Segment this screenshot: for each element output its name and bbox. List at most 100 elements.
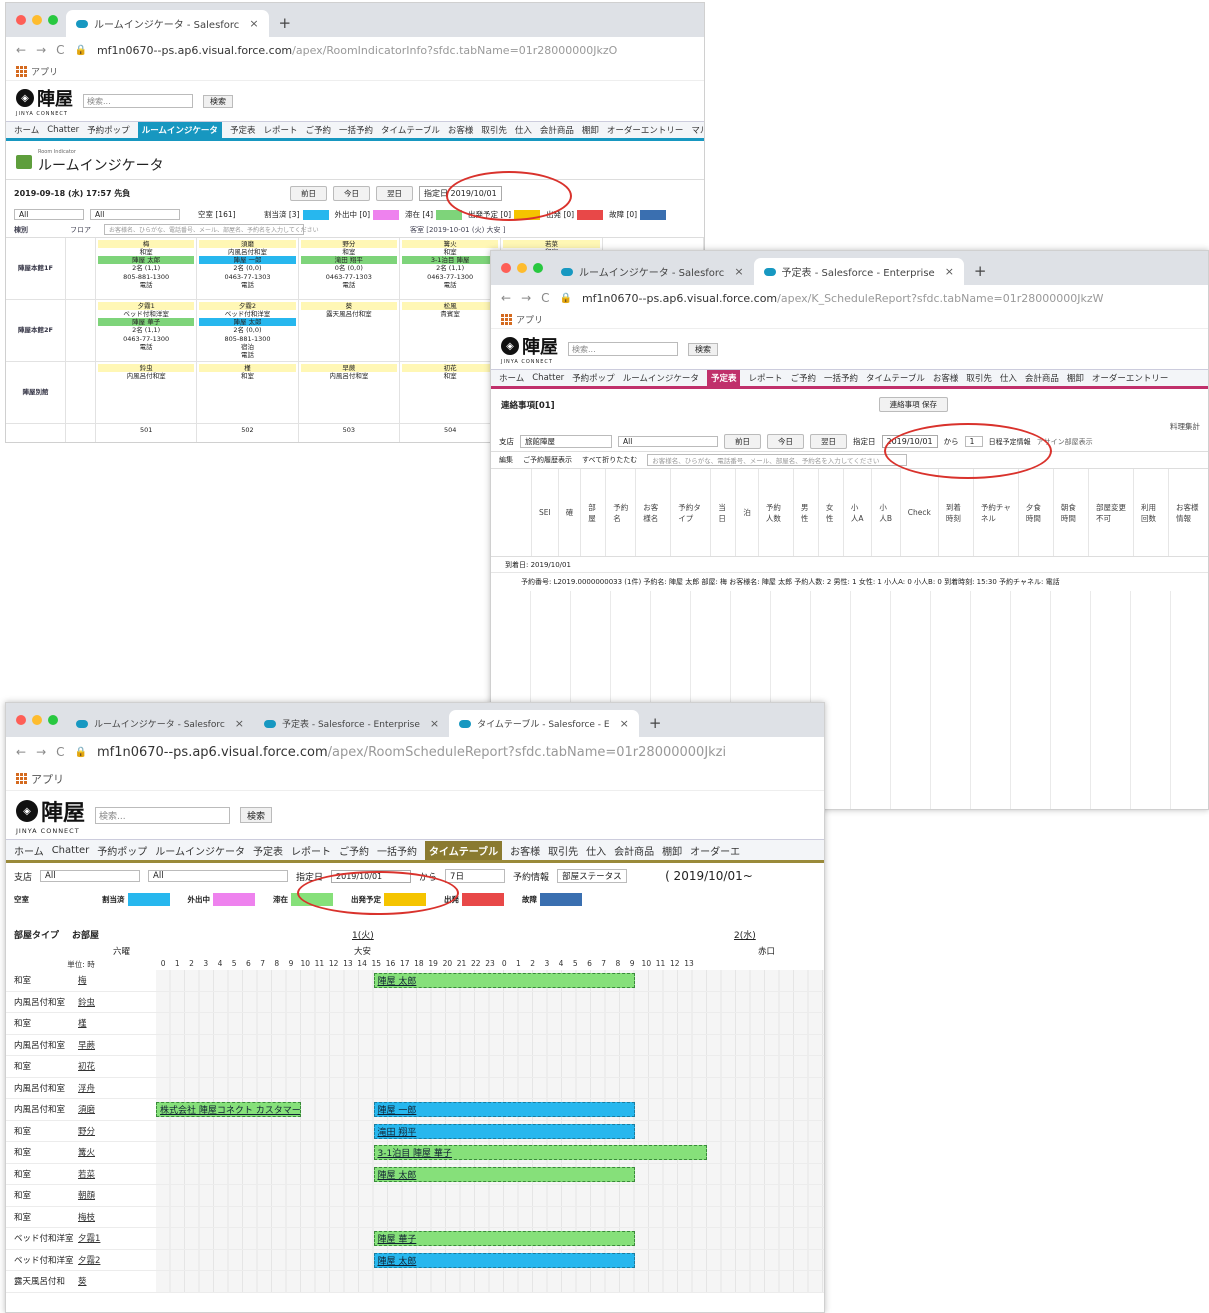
reload-icon[interactable]: C [56,43,64,57]
type-select[interactable]: All [618,436,718,447]
edit-button[interactable]: 編集 [499,455,513,465]
room-link[interactable]: 朝顔 [78,1189,95,1201]
browser-tab-schedule[interactable]: 予定表 - Salesforce - Enterprise × [753,258,964,285]
nav-tab[interactable]: お客様 [510,843,540,858]
nav-tab[interactable]: 予約ポップ [87,124,130,136]
nav-tab[interactable]: 取引先 [966,372,992,384]
nav-tab[interactable]: ルームインジケータ [137,122,222,138]
room-track[interactable] [156,1077,824,1098]
nav-tab[interactable]: 会計商品 [1025,372,1059,384]
branch-select[interactable]: All [14,209,84,220]
nav-tab[interactable]: Chatter [47,125,79,135]
room-link[interactable]: 夕霧2 [78,1254,100,1266]
maximize-window-button[interactable] [48,715,58,725]
reservation-bar[interactable]: 陣屋 一郎 [373,1102,635,1117]
nav-tab[interactable]: レポート [263,124,297,136]
url-field[interactable]: mf1n0670--ps.ap6.visual.force.com/apex/K… [582,292,1104,305]
reservation-bar[interactable]: 3-1泊目 陣屋 華子 [373,1145,707,1160]
room-cell[interactable]: 夕霧1 ベッド付和洋室 陣屋 華子 2名 (1,1) 0463-77-1300 電話 [96,300,198,362]
global-search-input[interactable]: 検索... [568,342,678,356]
room-track[interactable] [156,1271,824,1292]
nav-tab[interactable]: ルームインジケータ [623,372,699,384]
room-track[interactable] [156,1013,824,1034]
search-button[interactable]: 検索 [688,342,718,356]
room-link[interactable]: 早蕨 [78,1039,95,1051]
nav-tab[interactable]: お客様 [933,372,959,384]
nav-tab[interactable]: お客様 [448,124,474,136]
reservation-bar[interactable]: 株式会社 陣屋コネクト カスタマーサポ [156,1102,301,1117]
history-toggle[interactable]: ご予約履歴表示 [523,455,572,465]
room-cell[interactable]: 篝火 和室 3-1泊目 陣屋 2名 (1,1) 0463-77-1300 電話 [400,238,502,300]
room-cell[interactable]: 504 [400,424,502,442]
table-column-header[interactable]: 部屋 [580,469,605,556]
room-cell[interactable]: 鈴虫 内風呂付和室 [96,362,198,424]
jinya-logo[interactable]: ◈ 陣屋 JINYA CONNECT [501,333,558,365]
maximize-window-button[interactable] [533,263,543,273]
nav-tab[interactable]: レポート [291,843,331,858]
nav-tab[interactable]: 会計商品 [540,124,574,136]
nav-tab[interactable]: ご予約 [790,372,816,384]
nav-tab[interactable]: ホーム [499,372,524,384]
detail-row[interactable]: 予約番号: L2019.0000000033 (1件) 予約名: 陣屋 太郎 部… [491,573,1208,591]
nav-tab[interactable]: 仕入 [586,843,606,858]
room-track[interactable]: 陣屋 太郎 [156,1163,824,1184]
nav-tab[interactable]: 一括予約 [377,843,417,858]
table-column-header[interactable]: お客様情報 [1168,469,1208,556]
room-cell[interactable]: 夕霧2 ベッド付和洋室 陣屋 太郎 2名 (0,0) 805-881-1300 宿泊 電話 [197,300,299,362]
minimize-window-button[interactable] [32,715,42,725]
maximize-window-button[interactable] [48,15,58,25]
room-link[interactable]: 葵 [78,1275,87,1287]
nav-tab[interactable]: オーダーエントリー [1092,372,1169,384]
room-cell[interactable]: 葵露天風呂付和室 [298,300,400,362]
apps-label[interactable]: アプリ [31,65,58,78]
reservation-bar[interactable]: 陣屋 華子 [373,1231,635,1246]
room-link[interactable]: 浮舟 [78,1082,95,1094]
nav-tab[interactable]: マル [691,124,704,136]
reservation-bar[interactable]: 陣屋 太郎 [373,1166,635,1182]
minimize-window-button[interactable] [517,263,527,273]
room-link[interactable]: 鈴虫 [78,996,95,1008]
branch-select[interactable]: All [40,870,141,882]
nav-tab[interactable]: 取引先 [548,843,578,858]
apps-grid-icon[interactable] [501,314,512,325]
schedule-search-input[interactable]: お客様名、ひらがな、電話番号、メール、部屋名、予約名を入力してください [647,454,908,466]
room-track[interactable] [156,991,824,1012]
room-track[interactable]: 陣屋 太郎 [156,1249,824,1270]
table-column-header[interactable]: 夕食時間 [1017,469,1053,556]
room-track[interactable]: 3-1泊目 陣屋 華子 [156,1142,824,1163]
room-cell[interactable]: 須磨 内風呂付和室 陣屋 一郎 2名 (0,0) 0463-77-1303 電話 [197,238,299,300]
next-day-button[interactable]: 翌日 [376,186,413,201]
nav-tab[interactable]: 会計商品 [614,843,654,858]
days-select[interactable]: 7日 [445,869,506,883]
url-field[interactable]: mf1n0670--ps.ap6.visual.force.com/apex/R… [97,745,726,760]
date-field[interactable]: 2019/10/01 [331,869,412,883]
close-window-button[interactable] [16,15,26,25]
room-track[interactable] [156,1034,824,1055]
room-cell[interactable]: 早蕨 内風呂付和室 [298,362,400,424]
room-link[interactable]: 須磨 [78,1103,95,1115]
reservation-bar[interactable]: 陣屋 太郎 [373,973,635,988]
reservation-bar[interactable]: 滝田 翔平 [373,1123,635,1139]
reservation-bar[interactable]: 陣屋 太郎 [373,1252,635,1268]
nav-tab[interactable]: 棚卸 [662,843,682,858]
nav-tab[interactable]: 一括予約 [824,372,858,384]
close-tab-icon[interactable]: × [945,265,954,278]
room-cell[interactable]: 野分 和室 滝田 翔平 0名 (0,0) 0463-77-1303 電話 [298,238,400,300]
date-field[interactable]: 2019/10/01 [881,435,938,448]
nav-tab[interactable]: 予定表 [230,124,256,136]
nav-tab[interactable]: タイムテーブル [424,840,503,860]
search-button[interactable]: 検索 [240,807,273,823]
room-track[interactable]: 滝田 翔平 [156,1120,824,1141]
room-search-input[interactable]: お客様名、ひらがな、電話番号、メール、部屋名、予約名を入力してください [104,224,319,235]
table-column-header[interactable]: 小人B [871,469,899,556]
room-cell[interactable]: 503 [299,424,400,442]
group-row[interactable]: 到着日: 2019/10/01 [491,557,1208,573]
room-track[interactable]: 株式会社 陣屋コネクト カスタマーサポ 陣屋 一郎 [156,1099,824,1120]
back-icon[interactable]: ← [501,291,511,305]
minimize-window-button[interactable] [32,15,42,25]
table-column-header[interactable]: 到着時刻 [937,469,973,556]
assign-room-toggle[interactable]: アサイン部屋表示 [1037,437,1093,447]
room-link[interactable]: 初花 [78,1060,95,1072]
collapse-all-button[interactable]: すべて折りたたむ [582,455,637,465]
apps-label[interactable]: アプリ [31,771,64,787]
